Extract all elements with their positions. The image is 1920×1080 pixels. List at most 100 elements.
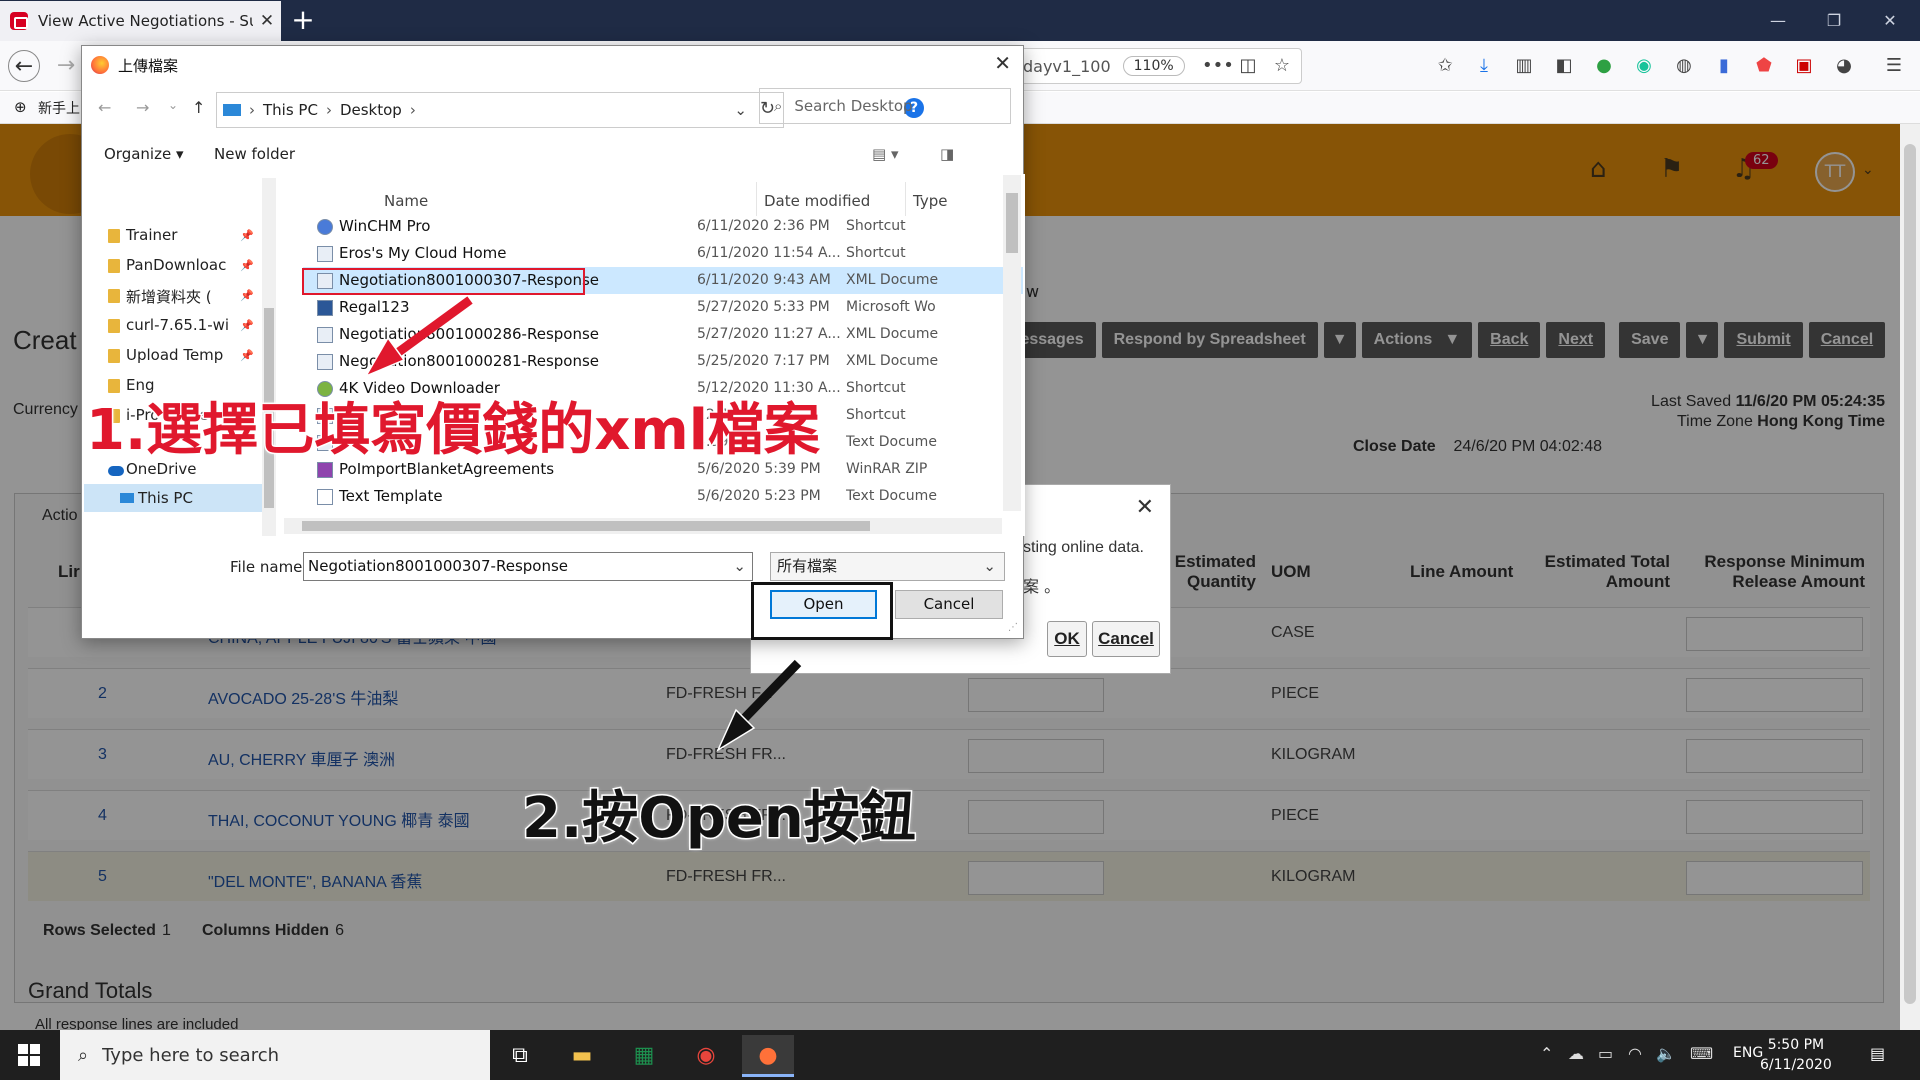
browser-tab[interactable]: View Active Negotiations - Sup ✕ xyxy=(0,1,281,41)
view-options-icon[interactable]: ▤ ▾ xyxy=(872,145,898,163)
taskbar-search-input[interactable]: ⌕ Type here to search xyxy=(60,1030,490,1080)
volume-icon[interactable]: 🔈 xyxy=(1656,1044,1676,1063)
new-folder-button[interactable]: New folder xyxy=(214,145,295,163)
close-tab-icon[interactable]: ✕ xyxy=(253,11,281,31)
chevron-down-icon: ⌄ xyxy=(983,557,996,575)
breadcrumb-this-pc[interactable]: This PC xyxy=(263,101,318,119)
file-list-scrollbar[interactable] xyxy=(1003,175,1021,511)
back-arrow-icon[interactable]: ← xyxy=(98,98,111,117)
message-text: sting online data. xyxy=(1023,539,1144,556)
nav-this-pc[interactable]: This PC xyxy=(138,489,193,507)
message-text-2: 案 。 xyxy=(1023,577,1061,596)
preview-pane-icon[interactable]: ◨ xyxy=(940,145,954,163)
ok-button[interactable]: OK xyxy=(1047,621,1087,657)
new-tab-icon[interactable]: + xyxy=(288,5,318,35)
recent-chevron-icon[interactable]: ⌄ xyxy=(168,98,178,112)
column-date[interactable]: Date modified xyxy=(764,192,870,210)
chevron-down-icon[interactable]: ⌄ xyxy=(734,101,747,119)
file-row[interactable]: Regal123 5/27/2020 5:33 PM Microsoft Wo xyxy=(303,294,1023,321)
nav-item[interactable]: Trainer xyxy=(107,226,177,244)
file-type-select[interactable]: 所有檔案 ⌄ xyxy=(770,552,1005,581)
file-name-input[interactable]: Negotiation8001000307-Response ⌄ xyxy=(303,552,753,581)
menu-icon[interactable]: ☰ xyxy=(1882,54,1906,78)
chevron-up-icon[interactable]: ⌃ xyxy=(1540,1044,1553,1063)
bookmark-extension-icon[interactable]: ▮ xyxy=(1712,54,1736,78)
forward-arrow-icon[interactable]: → xyxy=(136,98,149,117)
column-name[interactable]: Name xyxy=(384,192,428,210)
taskbar: ⌕ Type here to search ⧉ ▬ ▦ ◉ ● ⌃ ☁ ▭ ◠ 🔈… xyxy=(0,1030,1920,1080)
chevron-down-icon[interactable]: ⌄ xyxy=(733,553,746,580)
breadcrumb-desktop[interactable]: Desktop xyxy=(340,101,402,119)
notification-center-icon[interactable]: ▤ xyxy=(1870,1044,1885,1063)
highlight-box-black xyxy=(751,582,893,640)
search-input[interactable]: ⌕ Search Desktop xyxy=(759,88,1011,124)
pocket-icon[interactable]: ◫ xyxy=(1236,54,1260,78)
shield-icon[interactable]: ⬟ xyxy=(1752,54,1776,78)
highlight-box-red xyxy=(302,268,585,295)
more-icon[interactable]: ••• xyxy=(1202,54,1234,78)
zoom-level[interactable]: 110% xyxy=(1122,56,1185,76)
window-close-icon[interactable]: ✕ xyxy=(1862,0,1918,41)
file-row[interactable]: Negotiation8001000281-Response 5/25/2020 … xyxy=(303,348,1023,375)
clock[interactable]: 5:50 PM 6/11/2020 xyxy=(1760,1035,1832,1075)
nav-scrollbar[interactable] xyxy=(262,178,276,536)
browser-tab-bar: View Active Negotiations - Sup ✕ + — ❐ ✕ xyxy=(0,0,1920,41)
windows-start-icon[interactable] xyxy=(18,1044,40,1066)
column-type[interactable]: Type xyxy=(913,192,947,210)
url-text: dayv1_100 xyxy=(1023,56,1111,76)
task-view-icon[interactable]: ⧉ xyxy=(494,1035,546,1077)
bookmark-item[interactable]: 新手上 xyxy=(38,98,80,118)
file-rows: WinCHM Pro 6/11/2020 2:36 PM Shortcut Eros… xyxy=(303,213,1023,513)
sidebar-icon[interactable]: ◧ xyxy=(1552,54,1576,78)
download-icon[interactable]: ⤓ xyxy=(1472,54,1496,78)
nav-item[interactable]: curl-7.65.1-wi xyxy=(107,316,229,334)
check-extension-icon[interactable]: ● xyxy=(1592,54,1616,78)
file-name-label: File name: xyxy=(230,558,308,576)
scrollbar-thumb[interactable] xyxy=(1904,144,1916,1004)
close-icon[interactable]: ✕ xyxy=(1136,495,1154,520)
word-file-icon xyxy=(317,300,333,316)
nav-item[interactable]: PanDownloac xyxy=(107,256,226,274)
up-arrow-icon[interactable]: ↑ xyxy=(192,98,205,117)
organize-button[interactable]: Organize ▾ xyxy=(104,145,184,163)
minimize-icon[interactable]: — xyxy=(1750,0,1806,41)
language-indicator[interactable]: ENG xyxy=(1733,1045,1763,1061)
wifi-icon[interactable]: ◠ xyxy=(1628,1044,1642,1063)
dialog-title: 上傳檔案 xyxy=(118,57,179,75)
file-list-hscrollbar[interactable] xyxy=(284,518,1002,534)
extension-icon[interactable]: ◕ xyxy=(1832,54,1856,78)
dialog-titlebar: 上傳檔案 ✕ xyxy=(82,46,1023,84)
file-row[interactable]: WinCHM Pro 6/11/2020 2:36 PM Shortcut xyxy=(303,213,1023,240)
excel-icon[interactable]: ▦ xyxy=(618,1035,670,1077)
firefox-icon xyxy=(91,56,109,74)
computer-icon xyxy=(120,493,134,503)
annotation-step-2: 2.按Open按鈕 xyxy=(521,785,918,853)
cloud-icon[interactable]: ☁ xyxy=(1568,1044,1584,1063)
library-icon[interactable]: ▥ xyxy=(1512,54,1536,78)
pdf-extension-icon[interactable]: ▣ xyxy=(1792,54,1816,78)
bookmark-star-icon[interactable]: ☆ xyxy=(1270,54,1294,78)
file-row[interactable]: Text Template 5/6/2020 5:23 PM Text Docume xyxy=(303,483,1023,510)
chrome-icon[interactable]: ◉ xyxy=(680,1035,732,1077)
firefox-icon[interactable]: ● xyxy=(742,1035,794,1077)
reading-star-icon[interactable]: ✩ xyxy=(1433,54,1457,78)
forward-arrow-icon[interactable]: → xyxy=(50,50,82,82)
account-icon[interactable]: ◍ xyxy=(1672,54,1696,78)
page-scrollbar[interactable] xyxy=(1900,124,1920,1030)
breadcrumb-sep: › xyxy=(249,101,255,119)
back-arrow-icon[interactable]: ← xyxy=(8,50,40,82)
grammarly-icon[interactable]: ◉ xyxy=(1632,54,1656,78)
file-row[interactable]: Eros's My Cloud Home 6/11/2020 11:54 A...… xyxy=(303,240,1023,267)
nav-item[interactable]: Upload Temp xyxy=(107,346,223,364)
nav-item[interactable]: 新增資料夾 ( xyxy=(108,286,212,307)
cancel-button[interactable]: Cancel xyxy=(1092,621,1160,657)
address-bar[interactable]: › This PC › Desktop › ⌄ ↻ xyxy=(216,92,784,128)
battery-icon[interactable]: ▭ xyxy=(1598,1044,1613,1063)
keyboard-icon[interactable]: ⌨ xyxy=(1690,1044,1713,1063)
file-row[interactable]: Negotiation8001000286-Response 5/27/2020 … xyxy=(303,321,1023,348)
close-icon[interactable]: ✕ xyxy=(994,51,1011,75)
restore-icon[interactable]: ❐ xyxy=(1806,0,1862,41)
cancel-button[interactable]: Cancel xyxy=(895,590,1003,619)
file-explorer-icon[interactable]: ▬ xyxy=(556,1035,608,1077)
resize-grip-icon[interactable]: ⋰ xyxy=(1008,622,1018,633)
